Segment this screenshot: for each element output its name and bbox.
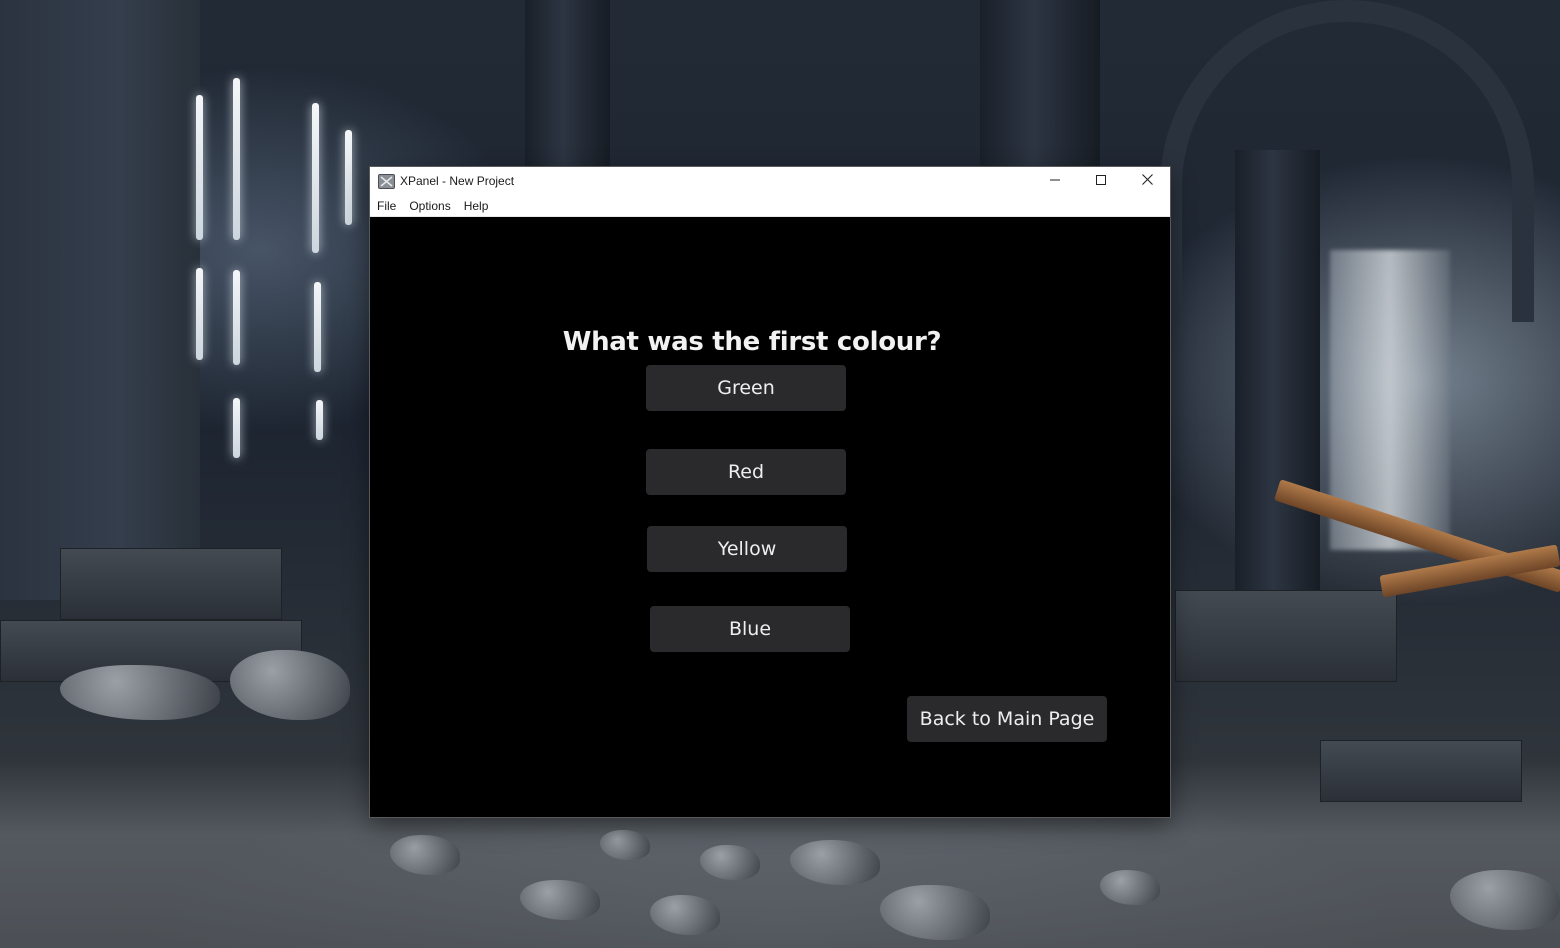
maximize-icon bbox=[1096, 172, 1106, 190]
menu-bar: File Options Help bbox=[370, 195, 1170, 217]
app-icon bbox=[378, 173, 395, 189]
back-to-main-page-button[interactable]: Back to Main Page bbox=[907, 696, 1107, 742]
answer-button-yellow[interactable]: Yellow bbox=[647, 526, 847, 572]
wallpaper-light-slit bbox=[233, 78, 240, 240]
answer-button-blue[interactable]: Blue bbox=[650, 606, 850, 652]
wallpaper-pillar bbox=[525, 0, 610, 170]
menu-file[interactable]: File bbox=[371, 197, 402, 215]
wallpaper-light-slit bbox=[196, 268, 203, 360]
wallpaper-light-slit bbox=[312, 103, 319, 253]
wallpaper-pillar bbox=[980, 0, 1100, 170]
app-window: XPanel - New Project File Options Help W… bbox=[370, 167, 1170, 817]
wallpaper-crate bbox=[1175, 590, 1397, 682]
menu-options[interactable]: Options bbox=[403, 197, 456, 215]
window-title: XPanel - New Project bbox=[400, 174, 515, 188]
wallpaper-rock bbox=[230, 650, 350, 720]
wallpaper-crate bbox=[1320, 740, 1522, 802]
wallpaper-light-slit bbox=[316, 400, 323, 440]
question-heading: What was the first colour? bbox=[562, 327, 942, 357]
answer-button-green[interactable]: Green bbox=[646, 365, 846, 411]
title-bar[interactable]: XPanel - New Project bbox=[370, 167, 1170, 195]
wallpaper-light-slit bbox=[233, 398, 240, 458]
close-icon bbox=[1141, 172, 1153, 190]
wallpaper-crate bbox=[60, 548, 282, 620]
wallpaper-wall bbox=[0, 0, 200, 600]
wallpaper-light-slit bbox=[345, 130, 352, 225]
window-controls bbox=[1032, 167, 1170, 195]
minimize-icon bbox=[1050, 172, 1060, 190]
menu-help[interactable]: Help bbox=[458, 197, 495, 215]
wallpaper-light-slit bbox=[196, 95, 203, 240]
wallpaper-light-slit bbox=[314, 282, 321, 372]
minimize-button[interactable] bbox=[1032, 167, 1078, 195]
wallpaper-light-slit bbox=[233, 270, 240, 365]
close-button[interactable] bbox=[1124, 167, 1170, 195]
answer-button-red[interactable]: Red bbox=[646, 449, 846, 495]
quiz-panel: What was the first colour? Green Red Yel… bbox=[370, 217, 1170, 817]
maximize-button[interactable] bbox=[1078, 167, 1124, 195]
wallpaper-rock bbox=[60, 665, 220, 720]
